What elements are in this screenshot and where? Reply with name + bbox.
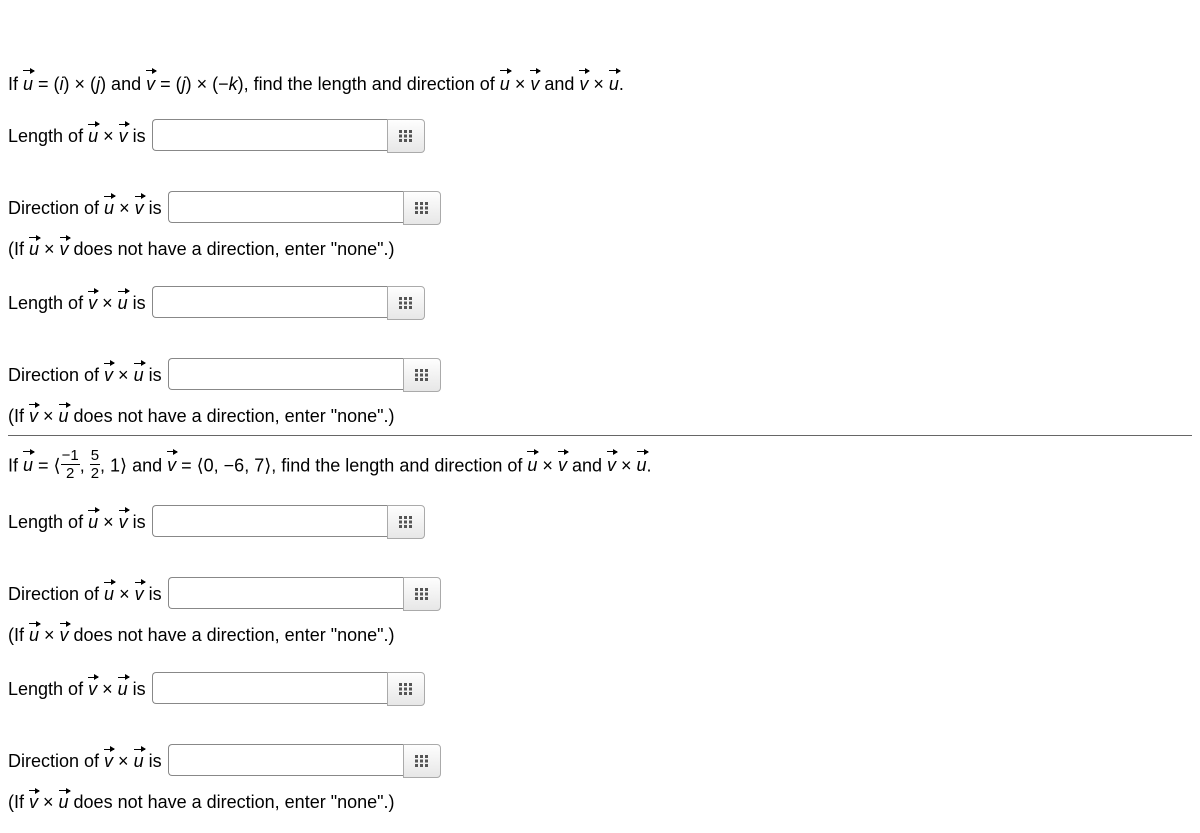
- p1-direction-vu-input[interactable]: [168, 358, 403, 390]
- p2-direction-vu-input[interactable]: [168, 744, 403, 776]
- equation-editor-icon[interactable]: [403, 358, 441, 392]
- p2-direction-vu-label: Direction of v × u is: [8, 751, 162, 772]
- equation-editor-icon[interactable]: [403, 744, 441, 778]
- equation-editor-icon[interactable]: [387, 672, 425, 706]
- p2-length-vu-input[interactable]: [152, 672, 387, 704]
- p1-direction-uv-input[interactable]: [168, 191, 403, 223]
- separator: [8, 435, 1192, 436]
- p1-hint-uv: (If u × v does not have a direction, ent…: [8, 239, 1192, 260]
- p2-hint-vu: (If v × u does not have a direction, ent…: [8, 792, 1192, 813]
- problem2-prompt: If u = ⟨−12, 52, 1⟩ and v = ⟨0, −6, 7⟩, …: [8, 450, 1192, 483]
- p1-length-uv-label: Length of u × v is: [8, 126, 146, 147]
- equation-editor-icon[interactable]: [387, 286, 425, 320]
- p2-length-vu-label: Length of v × u is: [8, 679, 146, 700]
- p2-direction-uv-input[interactable]: [168, 577, 403, 609]
- p1-hint-vu: (If v × u does not have a direction, ent…: [8, 406, 1192, 427]
- p2-length-uv-input[interactable]: [152, 505, 387, 537]
- p1-length-vu-label: Length of v × u is: [8, 293, 146, 314]
- p2-length-uv-label: Length of u × v is: [8, 512, 146, 533]
- p2-direction-uv-label: Direction of u × v is: [8, 584, 162, 605]
- problem1-prompt: If u = (i) × (j) and v = (j) × (−k), fin…: [8, 72, 1192, 97]
- equation-editor-icon[interactable]: [387, 119, 425, 153]
- p2-hint-uv: (If u × v does not have a direction, ent…: [8, 625, 1192, 646]
- p1-direction-uv-label: Direction of u × v is: [8, 198, 162, 219]
- logo-placeholder: [6, 6, 52, 46]
- equation-editor-icon[interactable]: [403, 577, 441, 611]
- equation-editor-icon[interactable]: [403, 191, 441, 225]
- equation-editor-icon[interactable]: [387, 505, 425, 539]
- p1-length-vu-input[interactable]: [152, 286, 387, 318]
- p1-direction-vu-label: Direction of v × u is: [8, 365, 162, 386]
- p1-length-uv-input[interactable]: [152, 119, 387, 151]
